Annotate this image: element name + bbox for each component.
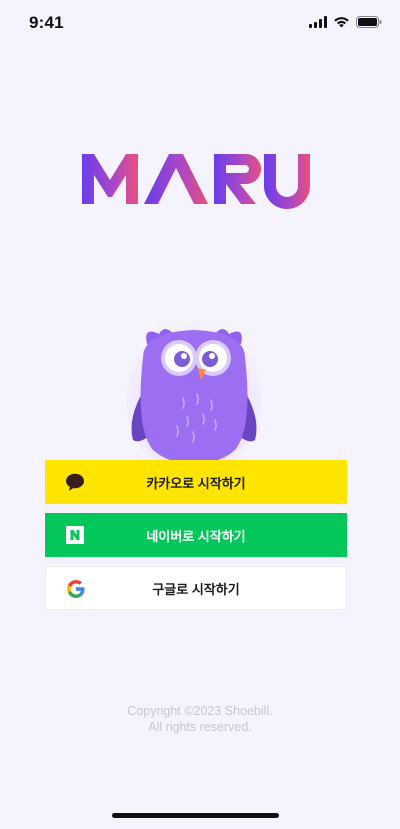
kakao-talk-icon (65, 472, 85, 492)
owl-mascot (125, 318, 263, 478)
cellular-signal-icon (309, 15, 327, 33)
google-g-icon (66, 579, 86, 599)
wifi-icon (333, 15, 350, 33)
status-icons (309, 15, 382, 33)
kakao-login-button[interactable]: 카카오로 시작하기 (45, 460, 347, 504)
google-login-label: 구글로 시작하기 (152, 581, 240, 597)
battery-icon (356, 15, 382, 33)
home-indicator (112, 813, 279, 818)
google-login-button[interactable]: 구글로 시작하기 (45, 566, 347, 610)
naver-n-icon (65, 525, 85, 545)
kakao-login-label: 카카오로 시작하기 (146, 475, 246, 491)
copyright-line-2: All rights reserved. (148, 720, 252, 734)
naver-login-label: 네이버로 시작하기 (146, 528, 246, 544)
status-bar: 9:41 (0, 0, 400, 46)
copyright-line-1: Copyright ©2023 Shoebill. (127, 704, 273, 718)
copyright-text: Copyright ©2023 Shoebill. All rights res… (0, 703, 400, 735)
status-time: 9:41 (29, 13, 64, 32)
naver-login-button[interactable]: 네이버로 시작하기 (45, 513, 347, 557)
maru-logo (80, 150, 312, 210)
